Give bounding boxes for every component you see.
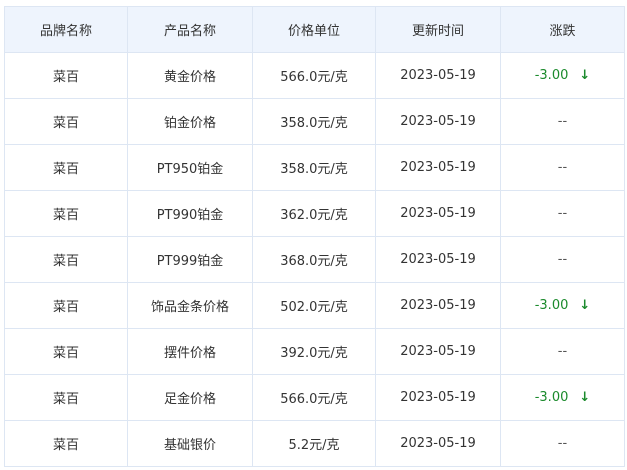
column-header-unit-price: 价格单位 [252, 6, 376, 53]
cell-brand: 菜百 [4, 420, 128, 467]
gold-price-table: 品牌名称 产品名称 价格单位 更新时间 涨跌 菜百 黄金价格 566.0元/克 202… [4, 6, 625, 467]
down-arrow-icon: ↓ [579, 390, 591, 405]
table-row: 菜百 铂金价格 358.0元/克 2023-05-19 -- [4, 98, 625, 145]
change-value: -- [557, 436, 568, 451]
table-header: 品牌名称 产品名称 价格单位 更新时间 涨跌 [4, 6, 625, 53]
table-row: 菜百 足金价格 566.0元/克 2023-05-19 -3.00 ↓ [4, 374, 625, 421]
cell-change: -- [500, 420, 625, 467]
cell-brand: 菜百 [4, 328, 128, 375]
cell-product: 基础银价 [127, 420, 253, 467]
cell-unit-price: 368.0元/克 [252, 236, 376, 283]
cell-updated: 2023-05-19 [375, 374, 501, 421]
cell-change: -- [500, 190, 625, 237]
cell-unit-price: 392.0元/克 [252, 328, 376, 375]
cell-product: 足金价格 [127, 374, 253, 421]
cell-product: 黄金价格 [127, 52, 253, 99]
change-value: -- [557, 344, 568, 359]
cell-product: PT999铂金 [127, 236, 253, 283]
cell-unit-price: 362.0元/克 [252, 190, 376, 237]
cell-unit-price: 566.0元/克 [252, 52, 376, 99]
cell-product: PT990铂金 [127, 190, 253, 237]
cell-brand: 菜百 [4, 282, 128, 329]
down-arrow-icon: ↓ [579, 68, 591, 83]
table-row: 菜百 摆件价格 392.0元/克 2023-05-19 -- [4, 328, 625, 375]
column-header-product: 产品名称 [127, 6, 253, 53]
change-value: -- [557, 114, 568, 129]
cell-brand: 菜百 [4, 374, 128, 421]
cell-change: -- [500, 328, 625, 375]
cell-product: 饰品金条价格 [127, 282, 253, 329]
table-header-row: 品牌名称 产品名称 价格单位 更新时间 涨跌 [4, 6, 625, 53]
cell-brand: 菜百 [4, 98, 128, 145]
cell-updated: 2023-05-19 [375, 328, 501, 375]
cell-product: 摆件价格 [127, 328, 253, 375]
cell-updated: 2023-05-19 [375, 190, 501, 237]
table-row: 菜百 黄金价格 566.0元/克 2023-05-19 -3.00 ↓ [4, 52, 625, 99]
table-row: 菜百 PT950铂金 358.0元/克 2023-05-19 -- [4, 144, 625, 191]
table-row: 菜百 PT990铂金 362.0元/克 2023-05-19 -- [4, 190, 625, 237]
change-value: -3.00 [534, 390, 569, 405]
cell-brand: 菜百 [4, 236, 128, 283]
table-row: 菜百 基础银价 5.2元/克 2023-05-19 -- [4, 420, 625, 467]
column-header-change: 涨跌 [500, 6, 625, 53]
cell-unit-price: 566.0元/克 [252, 374, 376, 421]
cell-change: -- [500, 144, 625, 191]
table-row: 菜百 饰品金条价格 502.0元/克 2023-05-19 -3.00 ↓ [4, 282, 625, 329]
cell-product: PT950铂金 [127, 144, 253, 191]
down-arrow-icon: ↓ [579, 298, 591, 313]
cell-updated: 2023-05-19 [375, 420, 501, 467]
cell-unit-price: 5.2元/克 [252, 420, 376, 467]
change-value: -3.00 [534, 68, 569, 83]
cell-unit-price: 502.0元/克 [252, 282, 376, 329]
change-value: -3.00 [534, 298, 569, 313]
cell-change: -3.00 ↓ [500, 374, 625, 421]
cell-updated: 2023-05-19 [375, 282, 501, 329]
cell-product: 铂金价格 [127, 98, 253, 145]
cell-brand: 菜百 [4, 190, 128, 237]
cell-brand: 菜百 [4, 144, 128, 191]
column-header-brand: 品牌名称 [4, 6, 128, 53]
cell-unit-price: 358.0元/克 [252, 144, 376, 191]
change-value: -- [557, 160, 568, 175]
cell-change: -3.00 ↓ [500, 52, 625, 99]
table-row: 菜百 PT999铂金 368.0元/克 2023-05-19 -- [4, 236, 625, 283]
change-value: -- [557, 252, 568, 267]
cell-brand: 菜百 [4, 52, 128, 99]
cell-unit-price: 358.0元/克 [252, 98, 376, 145]
change-value: -- [557, 206, 568, 221]
cell-change: -- [500, 98, 625, 145]
cell-change: -3.00 ↓ [500, 282, 625, 329]
cell-updated: 2023-05-19 [375, 52, 501, 99]
cell-updated: 2023-05-19 [375, 98, 501, 145]
cell-updated: 2023-05-19 [375, 236, 501, 283]
cell-change: -- [500, 236, 625, 283]
cell-updated: 2023-05-19 [375, 144, 501, 191]
table-body: 菜百 黄金价格 566.0元/克 2023-05-19 -3.00 ↓ 菜百 铂金价格 358.… [4, 52, 625, 467]
column-header-updated: 更新时间 [375, 6, 501, 53]
